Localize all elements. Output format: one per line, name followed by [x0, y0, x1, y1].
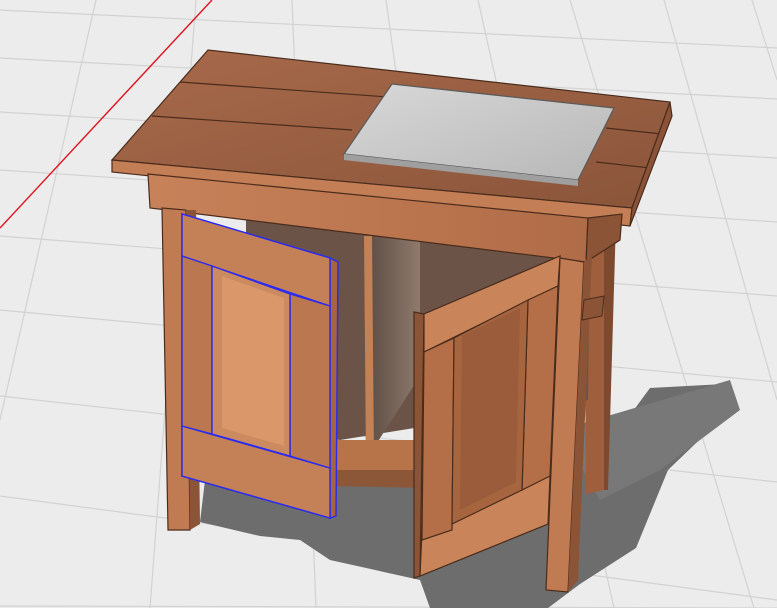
left-cabinet-door[interactable] [181, 212, 339, 520]
scene-canvas[interactable] [0, 0, 777, 608]
3d-viewport[interactable] [0, 0, 777, 608]
side-rail [581, 295, 605, 321]
